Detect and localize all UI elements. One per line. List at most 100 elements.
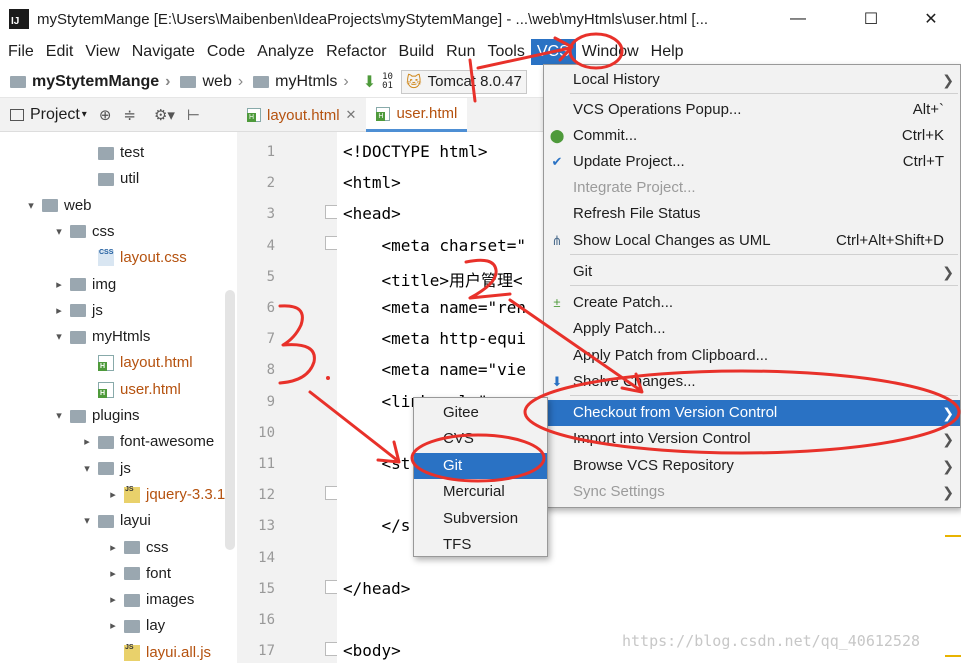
tree-item[interactable]: CSS layout.css [80,245,187,271]
tree-item[interactable]: ▾ js [80,456,131,482]
line-number: 8 [266,362,275,379]
vcs-menu-item[interactable]: Checkout from Version Control ❯ [544,400,960,426]
close-button[interactable]: ✕ [908,0,954,38]
tree-scrollbar[interactable] [225,290,235,550]
chevron-right-icon[interactable]: ▸ [106,561,120,587]
locate-icon[interactable]: ⊕ [99,106,112,124]
vcs-menu-item[interactable]: Git ❯ [544,259,960,285]
chevron-right-icon[interactable]: ▸ [106,613,120,639]
chevron-down-icon[interactable]: ▾ [52,219,66,245]
menu-item-label: VCS Operations Popup... [573,101,742,118]
chevron-right-icon: ❯ [942,458,954,474]
collapse-icon[interactable]: ≑ [123,106,136,124]
menu-item-label: Import into Version Control [573,430,751,447]
vcs-menu-item[interactable]: ± Create Patch... [544,290,960,316]
menu-vcs[interactable]: VCS [530,39,576,65]
vcs-menu-item[interactable]: VCS Operations Popup... Alt+` [544,97,960,123]
menu-item-label: Commit... [573,127,638,144]
vcs-menu-item[interactable]: Local History ❯ [544,67,960,93]
tree-item[interactable]: ▾ web [24,193,91,219]
gear-icon[interactable]: ⚙▾ [154,106,175,124]
chevron-right-icon[interactable]: ▸ [52,272,66,298]
vcs-menu-item[interactable]: Browse VCS Repository ❯ [544,453,960,479]
tab-layout-html[interactable]: layout.html ✕ [237,98,366,132]
menu-item-label: Show Local Changes as UML [573,232,771,249]
chevron-down-icon[interactable]: ▾ [24,193,38,219]
chevron-right-icon[interactable]: ▸ [52,298,66,324]
tree-item[interactable]: ▸ images [106,587,194,613]
menu-navigate[interactable]: Navigate [126,39,201,65]
chevron-down-icon[interactable]: ▾ [52,324,66,350]
checkout-option-gitee[interactable]: Gitee [414,400,547,426]
vcs-menu-item[interactable]: ⬤ Commit... Ctrl+K [544,123,960,149]
menu-run[interactable]: Run [440,39,481,65]
tree-item[interactable]: util [80,166,139,192]
menu-tools[interactable]: Tools [481,39,530,65]
tree-item[interactable]: ▸ font [106,561,171,587]
chevron-right-icon: ❯ [942,431,954,447]
chevron-right-icon[interactable]: ▸ [80,429,94,455]
build-arrow-icon[interactable]: ⬇ [363,72,376,92]
breadcrumb-web[interactable]: web › [180,73,249,91]
tree-item[interactable]: ▸ css [106,535,168,561]
tab-user-html[interactable]: user.html [366,98,468,132]
chevron-down-icon[interactable]: ▾ [80,508,94,534]
binary-icon[interactable]: 10 01 [382,72,393,91]
tree-item[interactable]: ▸ img [52,272,116,298]
menu-file[interactable]: File [2,39,40,65]
vcs-menu-item[interactable]: ⬇ Shelve Changes... [544,369,960,395]
vcs-menu-item[interactable]: ⋔ Show Local Changes as UML Ctrl+Alt+Shift… [544,228,960,254]
checkout-option-subversion[interactable]: Subversion [414,506,547,532]
chevron-right-icon: › [165,72,171,90]
tree-item[interactable]: ▸ lay [106,613,165,639]
menu-refactor[interactable]: Refactor [320,39,392,65]
breadcrumb-project[interactable]: myStytemMange › [10,73,176,91]
menu-help[interactable]: Help [645,39,690,65]
tree-item[interactable]: ▾ plugins [52,403,139,429]
vcs-menu-item[interactable]: Apply Patch from Clipboard... [544,343,960,369]
tree-item[interactable]: ▸ font-awesome [80,429,214,455]
tree-item[interactable]: ▸ JS jquery-3.3.1 [106,482,225,508]
tree-item[interactable]: layout.html [80,350,193,376]
vcs-menu-item[interactable]: Refresh File Status [544,201,960,227]
line-number: 7 [266,331,275,348]
maximize-button[interactable]: ☐ [848,0,894,38]
breadcrumb-myhtmls[interactable]: myHtmls › [253,73,355,91]
chevron-down-icon[interactable]: ▾ [52,403,66,429]
chevron-right-icon[interactable]: ▸ [106,587,120,613]
hide-panel-icon[interactable]: ⊢ [187,106,200,124]
menu-item-shortcut: Ctrl+T [902,153,944,170]
menu-window[interactable]: Window [576,39,645,65]
chevron-right-icon[interactable]: ▸ [106,535,120,561]
minimize-button[interactable]: — [775,0,821,38]
tree-item[interactable]: ▸ js [52,298,103,324]
menu-code[interactable]: Code [201,39,251,65]
checkout-option-tfs[interactable]: TFS [414,532,547,558]
close-icon[interactable]: ✕ [346,107,357,123]
update-icon: ✔ [551,154,563,169]
patch-icon: ± [553,295,561,310]
dropdown-arrow-icon[interactable]: ▾ [82,109,87,120]
line-number: 1 [266,144,275,160]
checkout-option-cvs[interactable]: CVS [414,426,547,452]
tree-item[interactable]: ▾ myHtmls [52,324,150,350]
chevron-right-icon[interactable]: ▸ [106,482,120,508]
menu-view[interactable]: View [79,39,125,65]
menu-analyze[interactable]: Analyze [251,39,320,65]
project-view-select[interactable]: Project [30,106,80,124]
tab-label: layout.html [267,106,340,124]
tree-item[interactable]: ▾ layui [80,508,151,534]
vcs-menu-item[interactable]: ✔ Update Project... Ctrl+T [544,149,960,175]
vcs-menu-item[interactable]: Apply Patch... [544,316,960,342]
checkout-option-mercurial[interactable]: Mercurial [414,479,547,505]
chevron-down-icon[interactable]: ▾ [80,456,94,482]
tree-item[interactable]: JS layui.all.js [106,640,211,663]
menu-edit[interactable]: Edit [40,39,80,65]
vcs-menu-item[interactable]: Import into Version Control ❯ [544,426,960,452]
checkout-option-git[interactable]: Git [414,452,547,479]
tree-item[interactable]: test [80,140,144,166]
tree-item[interactable]: user.html [80,377,181,403]
run-configuration-select[interactable]: 🐱 Tomcat 8.0.47 [400,69,527,94]
menu-separator [570,285,958,286]
menu-build[interactable]: Build [393,39,441,65]
